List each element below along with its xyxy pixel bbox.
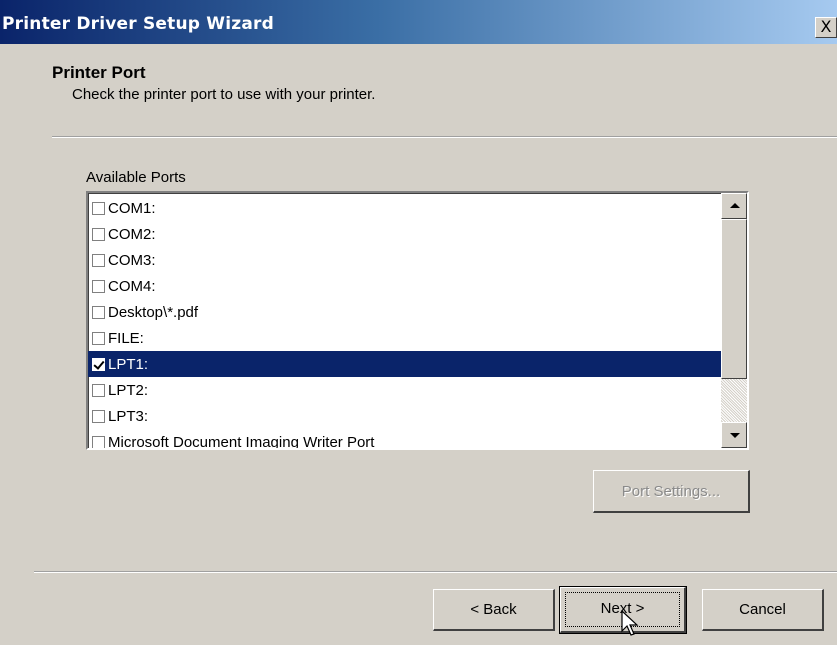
port-item[interactable]: COM1: <box>88 195 721 221</box>
port-item-label: COM1: <box>108 199 156 217</box>
port-item[interactable]: FILE: <box>88 325 721 351</box>
back-button[interactable]: < Back <box>433 589 555 631</box>
port-item[interactable]: COM3: <box>88 247 721 273</box>
checkbox[interactable] <box>92 383 105 397</box>
cancel-button[interactable]: Cancel <box>702 589 824 631</box>
scroll-down-button[interactable] <box>721 422 747 448</box>
header-divider <box>52 136 837 138</box>
page-title: Printer Port <box>52 63 146 82</box>
port-item-label: FILE: <box>108 329 144 347</box>
port-item-label: COM3: <box>108 251 156 269</box>
window-title: Printer Driver Setup Wizard <box>2 14 274 34</box>
close-button[interactable]: X <box>815 17 837 38</box>
port-item[interactable]: Desktop\*.pdf <box>88 299 721 325</box>
checkbox[interactable] <box>92 227 105 241</box>
available-ports-label: Available Ports <box>86 169 186 186</box>
port-item[interactable]: LPT3: <box>88 403 721 429</box>
checkbox[interactable] <box>92 201 105 215</box>
port-settings-button[interactable]: Port Settings... <box>593 470 750 513</box>
wizard-header: Printer Port Check the printer port to u… <box>0 44 837 134</box>
port-item-label: Microsoft Document Imaging Writer Port <box>108 433 375 450</box>
ports-listbox[interactable]: COM1: COM2: COM3: COM4: Desktop\*.pdf FILE: LP… <box>86 191 749 450</box>
port-item-label: COM4: <box>108 277 156 295</box>
port-item-label: Desktop\*.pdf <box>108 303 199 321</box>
checkbox[interactable] <box>92 331 105 345</box>
checkbox[interactable] <box>92 253 105 267</box>
port-item[interactable]: COM4: <box>88 273 721 299</box>
port-item[interactable]: LPT1: <box>88 351 721 377</box>
title-bar: Printer Driver Setup Wizard X <box>0 0 837 44</box>
footer-divider <box>34 571 837 573</box>
port-item[interactable]: COM2: <box>88 221 721 247</box>
vertical-scrollbar[interactable] <box>721 193 747 448</box>
checked-checkbox[interactable] <box>92 357 105 371</box>
checkbox[interactable] <box>92 305 105 319</box>
checkbox[interactable] <box>92 409 105 423</box>
mouse-pointer-icon <box>621 610 639 636</box>
checkbox[interactable] <box>92 279 105 293</box>
checkbox[interactable] <box>92 435 105 448</box>
scroll-up-button[interactable] <box>721 193 747 219</box>
close-icon: X <box>820 17 832 36</box>
port-item[interactable]: LPT2: <box>88 377 721 403</box>
ports-list: COM1: COM2: COM3: COM4: Desktop\*.pdf FILE: LP… <box>88 195 721 450</box>
page-subtitle: Check the printer port to use with your … <box>72 86 376 103</box>
port-item-label: LPT2: <box>108 381 149 399</box>
scroll-thumb[interactable] <box>721 219 747 379</box>
port-item[interactable]: Microsoft Document Imaging Writer Port <box>88 429 721 450</box>
port-item-label: LPT3: <box>108 407 149 425</box>
port-item-label: COM2: <box>108 225 156 243</box>
port-item-label: LPT1: <box>108 355 149 373</box>
